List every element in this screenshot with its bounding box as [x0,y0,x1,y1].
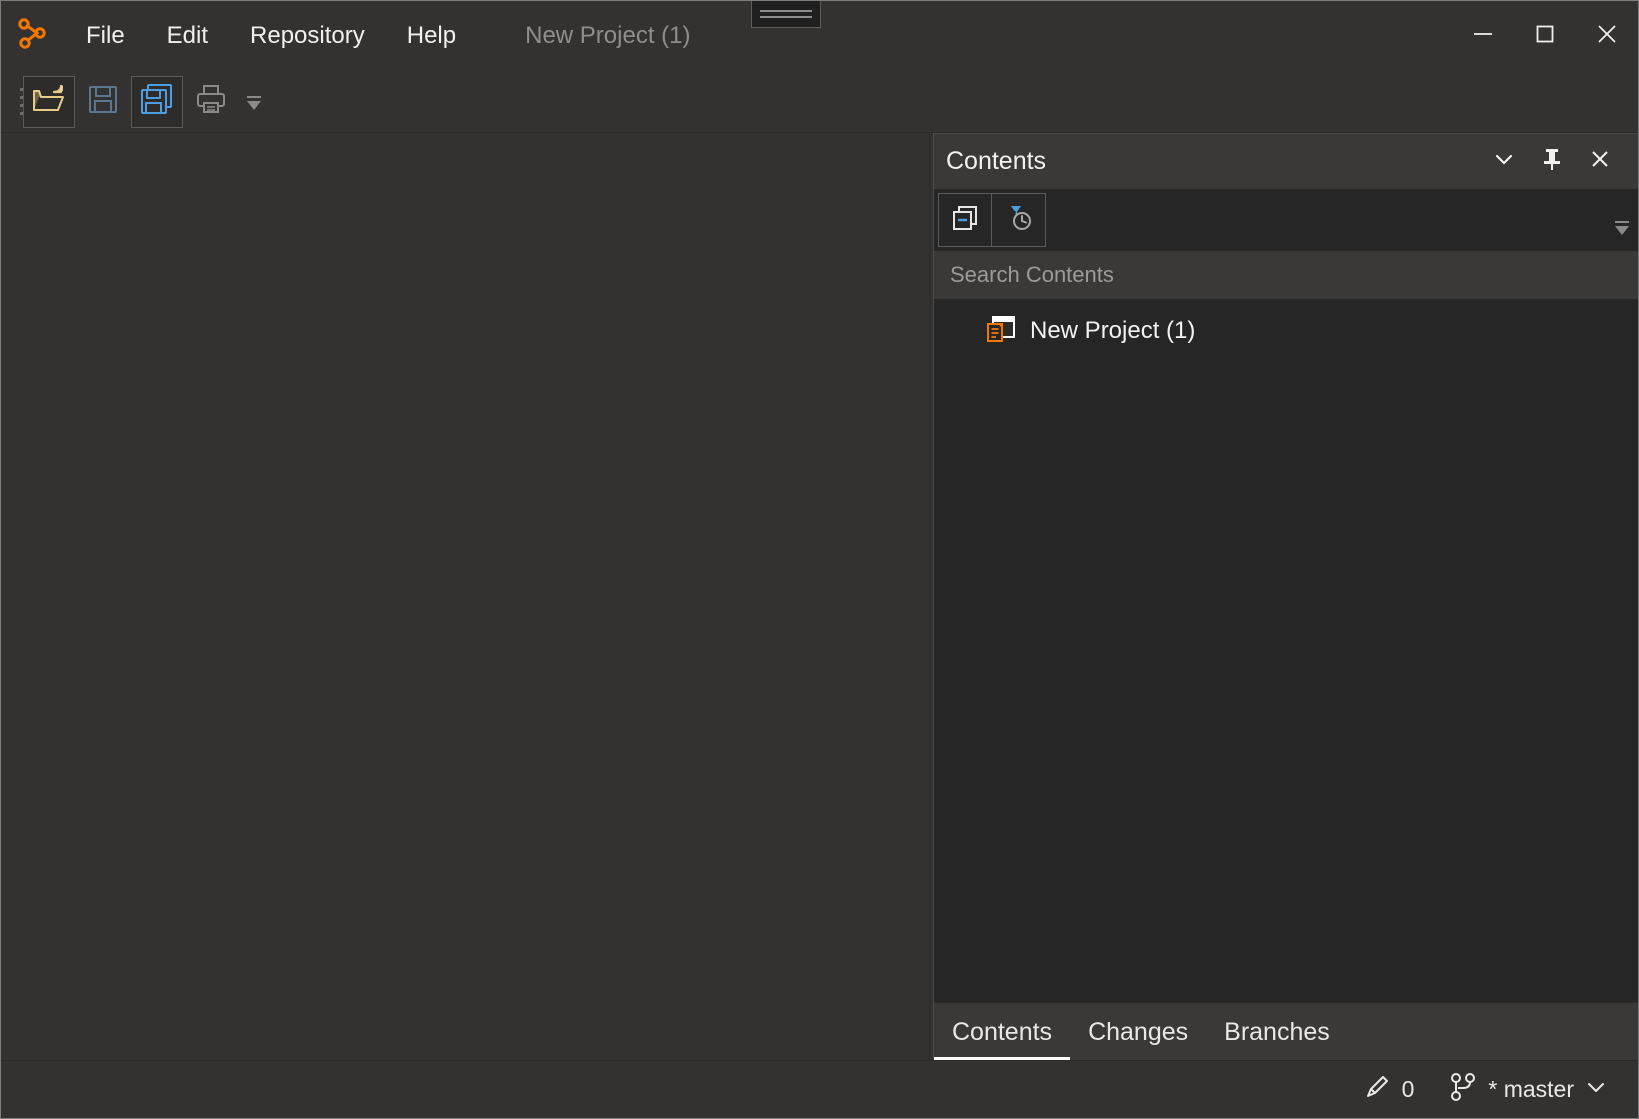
workspace: Contents Search Contents New Project (1)… [1,133,1638,1060]
window-controls [1452,1,1638,71]
close-button[interactable] [1576,1,1638,71]
panel-toolbar-overflow-button[interactable] [1612,218,1632,243]
right-dock: Contents Search Contents New Project (1)… [929,133,1638,1060]
tab-branches[interactable]: Branches [1206,1003,1348,1060]
minimize-icon [1470,21,1496,52]
main-toolbar [1,71,1638,133]
menu-item-repository[interactable]: Repository [229,1,386,71]
filter-history-button[interactable] [992,193,1046,247]
chevron-down-icon [1584,1075,1608,1104]
menu-item-edit[interactable]: Edit [146,1,229,71]
menu-bar: File Edit Repository Help [65,1,477,71]
toolbar-overflow-button[interactable] [239,76,269,128]
tab-changes[interactable]: Changes [1070,1003,1206,1060]
panel-menu-button[interactable] [1482,140,1526,184]
save-as-button[interactable] [131,75,183,128]
collapse-all-icon [950,203,980,238]
open-folder-icon [32,83,66,120]
status-edits[interactable]: 0 [1354,1068,1423,1111]
pencil-icon [1362,1072,1392,1107]
panel-pin-button[interactable] [1530,140,1574,184]
application-window: File Edit Repository Help New Project (1… [0,0,1639,1119]
contents-tree[interactable]: New Project (1) [934,299,1638,1002]
dock-tab-bar: Contents Changes Branches [934,1002,1638,1060]
document-title: New Project (1) [525,22,691,49]
save-as-icon [140,83,174,120]
save-button[interactable] [77,76,129,128]
contents-panel-toolbar [934,189,1638,251]
minimize-button[interactable] [1452,1,1514,71]
git-branch-icon [1448,1071,1478,1108]
panel-overflow-chevron-icon [1612,218,1632,243]
close-icon [1593,20,1621,53]
maximize-button[interactable] [1514,1,1576,71]
project-document-icon [986,315,1016,348]
panel-close-button[interactable] [1578,140,1622,184]
open-project-button[interactable] [23,75,75,128]
maximize-icon [1532,21,1558,52]
status-bar: 0 * master [1,1060,1638,1118]
search-input[interactable] [950,262,1638,288]
node-graph-logo-icon [15,16,51,57]
status-edit-count: 0 [1401,1076,1415,1102]
toolbar-drag-handle-icon[interactable] [1,71,23,132]
status-branch-label: * master [1488,1076,1574,1102]
tab-contents[interactable]: Contents [934,1003,1071,1060]
panel-title: Contents [946,147,1047,175]
print-button[interactable] [185,76,237,128]
tree-item-label: New Project (1) [1030,317,1196,344]
panel-header-actions [1482,140,1622,184]
print-icon [195,83,227,120]
search-contents-box[interactable] [934,251,1638,299]
app-logo [1,16,65,57]
project-canvas[interactable] [1,133,929,1060]
drag-grip-icon[interactable] [751,1,821,28]
menu-item-file[interactable]: File [65,1,146,71]
tree-item-new-project[interactable]: New Project (1) [934,309,1638,353]
collapse-all-button[interactable] [938,193,992,247]
filter-clock-icon [1004,203,1034,238]
contents-panel-header: Contents [934,133,1638,189]
save-icon [87,83,119,120]
title-bar: File Edit Repository Help New Project (1… [1,1,1638,71]
status-branch[interactable]: * master [1440,1067,1616,1112]
menu-item-help[interactable]: Help [386,1,477,71]
chevron-down-icon [1491,146,1517,177]
toolbar-overflow-chevron-icon [244,93,264,118]
pin-icon [1539,146,1565,177]
close-icon [1587,146,1613,177]
